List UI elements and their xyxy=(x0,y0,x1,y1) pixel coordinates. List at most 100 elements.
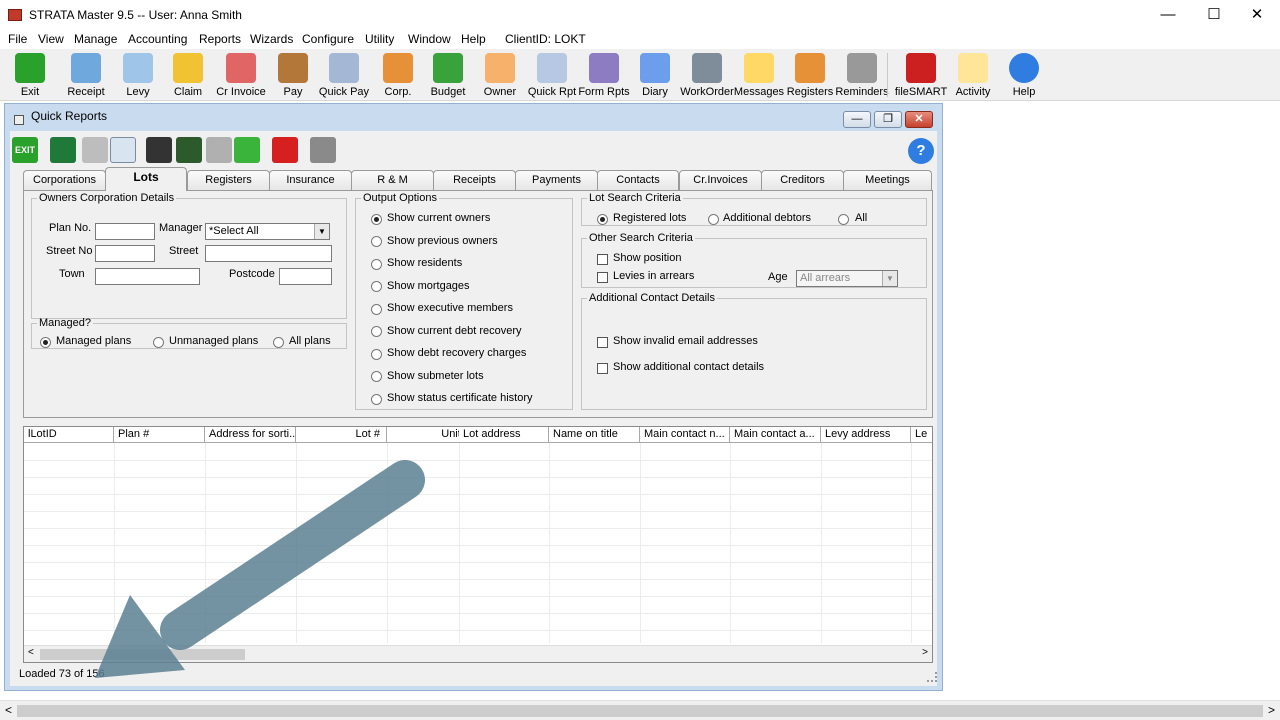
all-lots-radio[interactable] xyxy=(838,214,849,225)
managed-plans-radio[interactable] xyxy=(40,337,51,348)
toolbar-budget-button[interactable]: Budget xyxy=(420,51,476,99)
menu-window[interactable]: Window xyxy=(408,32,451,46)
column-header[interactable]: lLotID xyxy=(24,427,114,443)
toolbar-messages-button[interactable]: Messages xyxy=(731,51,787,99)
street-input[interactable] xyxy=(205,245,332,262)
postcode-input[interactable] xyxy=(279,268,332,285)
show-previous-owners-radio[interactable] xyxy=(371,236,382,247)
results-grid[interactable]: lLotID Plan # Address for sorti... Lot #… xyxy=(23,426,933,663)
toolbar-quick-pay-button[interactable]: Quick Pay xyxy=(316,51,372,99)
show-current-owners-radio[interactable] xyxy=(371,214,382,225)
qr-close-button[interactable]: ✕ xyxy=(905,111,933,128)
resize-grip[interactable] xyxy=(927,672,937,682)
menu-file[interactable]: File xyxy=(8,32,27,46)
plan-no-input[interactable] xyxy=(95,223,155,240)
show-debt-recovery-charges-radio[interactable] xyxy=(371,349,382,360)
link-icon[interactable] xyxy=(206,137,232,163)
main-scroll-thumb[interactable] xyxy=(17,705,1263,717)
print-icon[interactable] xyxy=(82,137,108,163)
align-icon[interactable] xyxy=(310,137,336,163)
main-horizontal-scrollbar[interactable]: < > xyxy=(0,700,1280,720)
toolbar-cr-invoice-button[interactable]: Cr Invoice xyxy=(213,51,269,99)
record-icon[interactable] xyxy=(272,137,298,163)
show-current-debt-recovery-radio[interactable] xyxy=(371,326,382,337)
minimize-button[interactable]: — xyxy=(1145,0,1191,30)
toolbar-pay-button[interactable]: Pay xyxy=(265,51,321,99)
toolbar-workorder-button[interactable]: WorkOrder xyxy=(679,51,735,99)
show-executive-members-radio[interactable] xyxy=(371,304,382,315)
tab-insurance[interactable]: Insurance xyxy=(269,170,352,190)
show-position-checkbox[interactable] xyxy=(597,254,608,265)
scroll-right-icon[interactable]: > xyxy=(922,647,928,658)
toolbar-help-button[interactable]: Help xyxy=(996,51,1052,99)
binoculars-add-icon[interactable] xyxy=(176,137,202,163)
scroll-left-icon[interactable]: < xyxy=(5,703,12,717)
column-header[interactable]: Name on title xyxy=(549,427,640,443)
print-preview-icon[interactable] xyxy=(110,137,136,163)
tab-corporations[interactable]: Corporations xyxy=(23,170,106,190)
qr-restore-button[interactable]: ❐ xyxy=(874,111,902,128)
toolbar-quick-rpt-button[interactable]: Quick Rpt xyxy=(524,51,580,99)
qr-minimize-button[interactable]: — xyxy=(843,111,871,128)
unmanaged-plans-radio[interactable] xyxy=(153,337,164,348)
binoculars-icon[interactable] xyxy=(146,137,172,163)
scroll-thumb[interactable] xyxy=(40,649,245,660)
tab-registers[interactable]: Registers xyxy=(187,170,270,190)
menu-wizards[interactable]: Wizards xyxy=(250,32,293,46)
toolbar-owner-button[interactable]: Owner xyxy=(472,51,528,99)
add-icon[interactable] xyxy=(234,137,260,163)
town-input[interactable] xyxy=(95,268,200,285)
tab-meetings[interactable]: Meetings xyxy=(843,170,932,190)
street-no-input[interactable] xyxy=(95,245,155,262)
menu-manage[interactable]: Manage xyxy=(74,32,117,46)
column-header[interactable]: Address for sorti... xyxy=(205,427,296,443)
column-header[interactable]: Plan # xyxy=(114,427,205,443)
additional-debtors-radio[interactable] xyxy=(708,214,719,225)
show-residents-radio[interactable] xyxy=(371,259,382,270)
toolbar-form-rpts-button[interactable]: Form Rpts xyxy=(576,51,632,99)
toolbar-reminders-button[interactable]: Reminders xyxy=(834,51,890,99)
toolbar-diary-button[interactable]: Diary xyxy=(627,51,683,99)
all-plans-radio[interactable] xyxy=(273,337,284,348)
toolbar-receipt-button[interactable]: Receipt xyxy=(58,51,114,99)
manager-select[interactable]: *Select All ▼ xyxy=(205,223,330,240)
column-header[interactable]: Lot address xyxy=(459,427,549,443)
tab-creditors[interactable]: Creditors xyxy=(761,170,844,190)
maximize-button[interactable]: ☐ xyxy=(1191,0,1237,30)
menu-accounting[interactable]: Accounting xyxy=(128,32,187,46)
menu-configure[interactable]: Configure xyxy=(302,32,354,46)
toolbar-exit-button[interactable]: Exit xyxy=(2,51,58,99)
show-mortgages-radio[interactable] xyxy=(371,281,382,292)
close-button[interactable]: ✕ xyxy=(1234,0,1280,30)
toolbar-filesmart-button[interactable]: fileSMART xyxy=(893,51,949,99)
toolbar-registers-button[interactable]: Registers xyxy=(782,51,838,99)
scroll-right-icon[interactable]: > xyxy=(1268,703,1275,717)
column-header[interactable]: Lot # xyxy=(296,427,387,443)
show-submeter-lots-radio[interactable] xyxy=(371,371,382,382)
registered-lots-radio[interactable] xyxy=(597,214,608,225)
menu-view[interactable]: View xyxy=(38,32,64,46)
toolbar-levy-button[interactable]: Levy xyxy=(110,51,166,99)
qr-help-icon[interactable]: ? xyxy=(908,138,934,164)
column-header[interactable]: Le xyxy=(911,427,932,443)
horizontal-scrollbar[interactable]: < > xyxy=(24,645,932,662)
column-header[interactable]: Levy address xyxy=(821,427,911,443)
column-header[interactable]: Main contact n... xyxy=(640,427,730,443)
toolbar-corp-button[interactable]: Corp. xyxy=(370,51,426,99)
menu-reports[interactable]: Reports xyxy=(199,32,241,46)
show-status-certificate-history-radio[interactable] xyxy=(371,394,382,405)
age-select[interactable]: All arrears ▼ xyxy=(796,270,898,287)
tab-cr-invoices[interactable]: Cr.Invoices xyxy=(679,170,762,190)
tab-r-and-m[interactable]: R & M xyxy=(351,170,434,190)
column-header[interactable]: Main contact a... xyxy=(730,427,821,443)
qr-exit-button[interactable]: EXIT xyxy=(12,137,38,163)
tab-payments[interactable]: Payments xyxy=(515,170,598,190)
toolbar-claim-button[interactable]: Claim xyxy=(160,51,216,99)
tab-contacts[interactable]: Contacts xyxy=(597,170,679,190)
toolbar-activity-button[interactable]: Activity xyxy=(945,51,1001,99)
menu-help[interactable]: Help xyxy=(461,32,486,46)
tab-receipts[interactable]: Receipts xyxy=(433,170,516,190)
additional-details-checkbox[interactable] xyxy=(597,363,608,374)
invalid-email-checkbox[interactable] xyxy=(597,337,608,348)
menu-utility[interactable]: Utility xyxy=(365,32,394,46)
